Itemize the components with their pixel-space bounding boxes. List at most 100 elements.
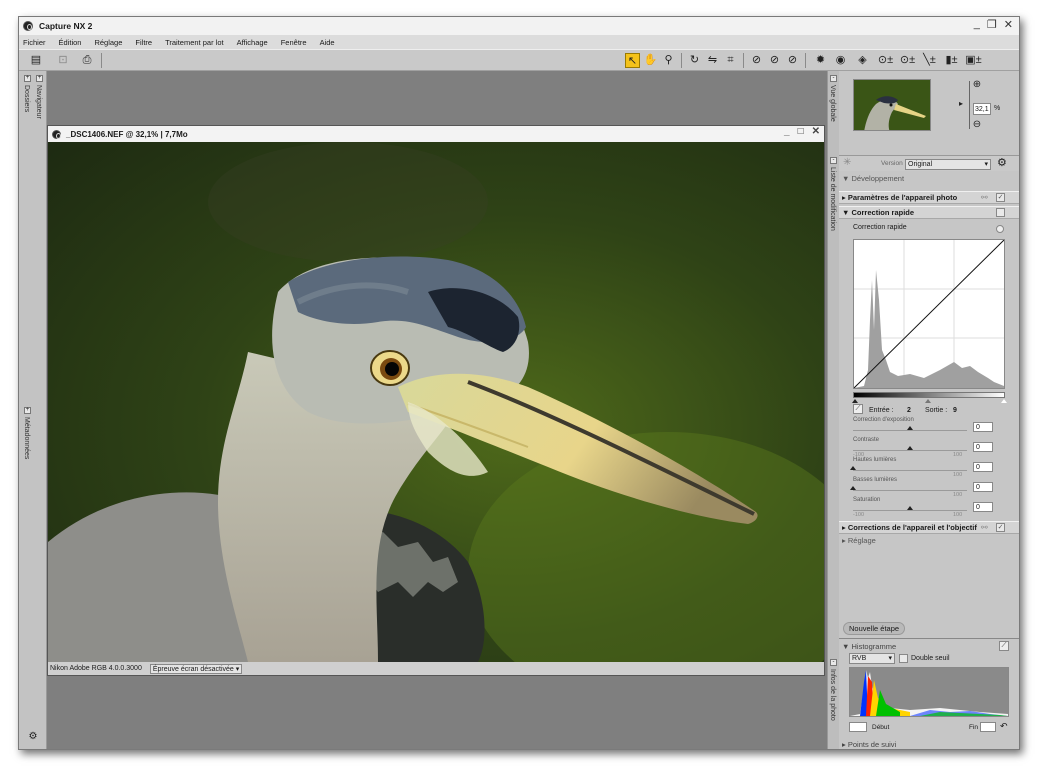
reset-icon[interactable]: ↶	[1000, 721, 1008, 732]
zoom-slider-track[interactable]	[969, 81, 970, 129]
tab-folders[interactable]: Dossiers	[23, 85, 30, 112]
quick-fix-checkbox[interactable]	[996, 208, 1005, 217]
expand-metadata-icon[interactable]: +	[24, 407, 31, 414]
doc-minimize-button[interactable]: _	[784, 126, 790, 137]
black-point-icon[interactable]: ⊘	[749, 53, 764, 68]
slider-value-field[interactable]: 0	[973, 442, 993, 452]
rotate-icon[interactable]: ↻	[687, 53, 702, 68]
red-eye-icon[interactable]: ◉	[833, 53, 848, 68]
development-header[interactable]: ▼ Développement	[842, 174, 904, 183]
select-tool-icon[interactable]: ↖	[625, 53, 640, 68]
collapse-photoinfo-icon[interactable]: -	[830, 659, 837, 666]
slider-thumb[interactable]	[907, 426, 913, 430]
camera-settings-checkbox[interactable]: ✓	[996, 193, 1005, 202]
tab-overview[interactable]: Vue globale	[829, 85, 836, 122]
midpoint-slider[interactable]	[925, 399, 931, 403]
lens-corrections-step[interactable]: ▸ Corrections de l'appareil et l'objecti…	[839, 521, 1019, 534]
double-threshold-checkbox[interactable]	[899, 654, 908, 663]
print-icon[interactable]: ⎙	[79, 53, 95, 68]
menu-file[interactable]: Fichier	[23, 38, 46, 47]
slider-thumb[interactable]	[850, 486, 856, 490]
photo-canvas[interactable]	[48, 142, 824, 662]
collapse-overview-icon[interactable]: -	[830, 75, 837, 82]
slider-value-field[interactable]: 0	[973, 422, 993, 432]
menu-help[interactable]: Aide	[320, 38, 335, 47]
softproof-value: Épreuve écran désactivée	[152, 665, 234, 673]
minimize-button[interactable]: _	[974, 18, 980, 31]
color-control-point-icon[interactable]: ⊙±	[877, 53, 894, 68]
menu-window[interactable]: Fenêtre	[281, 38, 307, 47]
hand-tool-icon[interactable]: ✋	[643, 53, 658, 68]
camera-settings-step[interactable]: ▸ Paramètres de l'appareil photo	[839, 191, 1019, 204]
slider-track[interactable]	[853, 510, 967, 511]
softproof-select[interactable]: Épreuve écran désactivée ▾	[149, 663, 243, 674]
crop-icon[interactable]: ⌗	[723, 53, 738, 68]
slider-thumb[interactable]	[907, 446, 913, 450]
menu-batch[interactable]: Traitement par lot	[165, 38, 224, 47]
channel-select[interactable]: RVB ▾	[849, 653, 895, 664]
gradient-icon[interactable]: ╲±	[921, 53, 938, 68]
browser-toggle-icon[interactable]: ▤	[27, 53, 45, 68]
histogram-picker-icon[interactable]: ⟋	[999, 641, 1009, 651]
start-field[interactable]	[849, 722, 867, 732]
tab-photo-info[interactable]: Infos de la photo	[829, 669, 836, 721]
menu-view[interactable]: Affichage	[237, 38, 268, 47]
left-panel-strip: + Dossiers + Navigateur + Métadonnées ⚙	[19, 71, 47, 749]
end-field[interactable]	[980, 722, 996, 732]
selection-brush-icon[interactable]: ⊙±	[899, 53, 916, 68]
tab-metadata[interactable]: Métadonnées	[23, 417, 30, 459]
auto-retouch-icon[interactable]: ✹	[813, 53, 828, 68]
tab-edit-list[interactable]: Liste de modification	[829, 167, 836, 231]
version-select[interactable]: Original ▾	[905, 159, 991, 170]
expand-folders-icon[interactable]: +	[24, 75, 31, 82]
menu-filter[interactable]: Filtre	[135, 38, 152, 47]
slider-thumb[interactable]	[850, 466, 856, 470]
slider-thumb[interactable]	[907, 506, 913, 510]
expand-navigator-icon[interactable]: +	[36, 75, 43, 82]
doc-close-button[interactable]: ✕	[812, 126, 820, 137]
lasso-icon[interactable]: ▣±	[965, 53, 982, 68]
tracking-points-header[interactable]: ▸ Points de suivi	[842, 740, 896, 749]
zoom-field[interactable]: 32,1	[973, 103, 991, 115]
close-button[interactable]: ✕	[1004, 18, 1013, 31]
slider-value-field[interactable]: 0	[973, 462, 993, 472]
zoom-in-icon[interactable]: ⊕	[971, 77, 983, 92]
levels-curves-graph[interactable]	[853, 239, 1005, 389]
black-point-slider[interactable]	[852, 399, 858, 403]
white-point-slider[interactable]	[1001, 399, 1007, 403]
camera-settings-label: Paramètres de l'appareil photo	[847, 193, 958, 202]
curve-point-icon[interactable]: ⟋	[853, 404, 863, 414]
document-title: _DSC1406.NEF @ 32,1% | 7,7Mo	[66, 129, 188, 139]
white-point-icon[interactable]: ⊘	[785, 53, 800, 68]
restore-button[interactable]: ❐	[987, 18, 997, 31]
settings-gear-icon[interactable]: ⚙	[25, 729, 41, 744]
neutral-point-icon[interactable]: ⊘	[767, 53, 782, 68]
slider-track[interactable]	[853, 430, 967, 431]
tag-icon[interactable]: ◈	[855, 53, 870, 68]
slider-track[interactable]	[853, 470, 967, 471]
collapse-editlist-icon[interactable]: -	[830, 157, 837, 164]
slider-track[interactable]	[853, 450, 967, 451]
lens-corrections-checkbox[interactable]: ✓	[996, 523, 1005, 532]
doc-maximize-button[interactable]: □	[798, 126, 804, 137]
new-step-button[interactable]: Nouvelle étape	[843, 622, 906, 635]
zoom-out-icon[interactable]: ⊖	[971, 117, 983, 132]
color-histogram[interactable]	[849, 667, 1009, 717]
menu-adjust[interactable]: Réglage	[94, 38, 122, 47]
camera-icon[interactable]: ⊡	[55, 53, 71, 68]
quick-fix-reset-button[interactable]	[996, 225, 1004, 233]
version-settings-icon[interactable]: ⚙	[997, 156, 1007, 169]
zoom-slider-pointer-icon[interactable]: ▸	[956, 96, 966, 111]
slider-value-field[interactable]: 0	[973, 502, 993, 512]
tab-navigator[interactable]: Navigateur	[35, 85, 42, 119]
adjust-header[interactable]: ▸ Réglage	[842, 536, 876, 545]
overview-thumbnail[interactable]	[853, 79, 931, 131]
slider-track[interactable]	[853, 490, 967, 491]
straighten-icon[interactable]: ⇋	[705, 53, 720, 68]
fill-icon[interactable]: ▮±	[943, 53, 960, 68]
histogram-header[interactable]: ▼ Histogramme	[842, 642, 896, 651]
zoom-tool-icon[interactable]: ⚲	[661, 53, 676, 68]
menu-edit[interactable]: Édition	[59, 38, 82, 47]
quick-fix-step[interactable]: ▼ Correction rapide	[839, 206, 1019, 219]
slider-value-field[interactable]: 0	[973, 482, 993, 492]
